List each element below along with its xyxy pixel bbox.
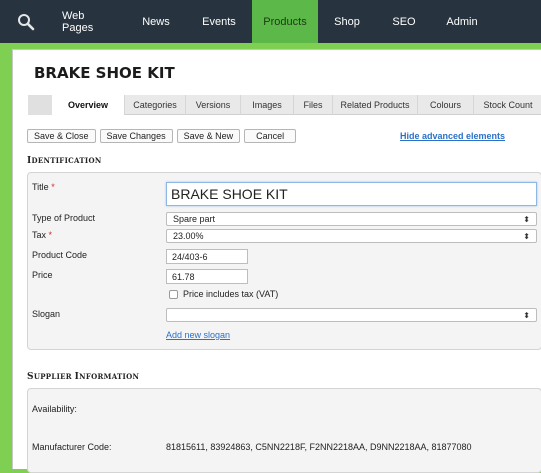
- tab-related-products[interactable]: Related Products: [333, 95, 418, 115]
- search-icon: [18, 13, 35, 30]
- type-label: Type of Product: [32, 213, 96, 223]
- hide-advanced-link[interactable]: Hide advanced elements: [400, 131, 505, 141]
- supplier-heading-cap-s: S: [27, 372, 34, 382]
- save-close-button[interactable]: Save & Close: [27, 129, 96, 143]
- required-mark: *: [48, 230, 53, 240]
- tab-overview[interactable]: Overview: [52, 95, 125, 115]
- cancel-button[interactable]: Cancel: [244, 129, 297, 143]
- nav-products[interactable]: Products: [252, 0, 318, 43]
- supplier-fieldset: Availability: Manufacturer Code: 8181561…: [27, 388, 541, 473]
- select-arrows-icon: ⬍: [523, 231, 530, 241]
- tab-versions[interactable]: Versions: [186, 95, 241, 115]
- select-arrows-icon: ⬍: [523, 310, 530, 320]
- nav-news[interactable]: News: [126, 0, 186, 43]
- search-button[interactable]: [0, 0, 52, 43]
- type-select[interactable]: Spare part ⬍: [166, 212, 537, 226]
- manufacturer-code-value: 81815611, 83924863, C5NN2218F, F2NN2218A…: [166, 442, 472, 452]
- nav-web-pages[interactable]: Web Pages: [52, 0, 126, 43]
- identification-fieldset: Title * BRAKE SHOE KIT Type of Product S…: [27, 172, 541, 350]
- identification-heading-rest: DENTIFICATION: [31, 156, 102, 165]
- price-label: Price: [32, 270, 53, 280]
- tab-bar-spacer: [28, 95, 52, 115]
- required-mark: *: [51, 182, 55, 192]
- top-navigation: Web Pages News Events Products Shop SEO …: [0, 0, 541, 43]
- slogan-label: Slogan: [32, 309, 61, 319]
- vat-checkbox[interactable]: [169, 290, 178, 299]
- title-input[interactable]: BRAKE SHOE KIT: [166, 182, 537, 206]
- manufacturer-code-label: Manufacturer Code:: [32, 442, 112, 452]
- save-changes-button[interactable]: Save Changes: [99, 129, 173, 143]
- tax-label-text: Tax: [32, 230, 47, 240]
- tax-label: Tax *: [32, 230, 52, 240]
- title-label-text: Title: [32, 182, 49, 192]
- tab-bar: Overview Categories Versions Images File…: [28, 95, 541, 115]
- product-code-input[interactable]: 24/403-6: [166, 249, 248, 264]
- add-slogan-link[interactable]: Add new slogan: [166, 330, 230, 340]
- nav-events[interactable]: Events: [186, 0, 252, 43]
- price-input[interactable]: 61.78: [166, 269, 248, 284]
- nav-shop[interactable]: Shop: [318, 0, 376, 43]
- slogan-select[interactable]: ⬍: [166, 308, 537, 322]
- tab-images[interactable]: Images: [241, 95, 294, 115]
- title-label: Title *: [32, 182, 55, 192]
- nav-seo[interactable]: SEO: [376, 0, 432, 43]
- supplier-heading: SUPPLIER INFORMATION: [27, 372, 139, 382]
- tab-files[interactable]: Files: [294, 95, 333, 115]
- product-editor-panel: BRAKE SHOE KIT Overview Categories Versi…: [12, 49, 541, 473]
- nav-admin[interactable]: Admin: [432, 0, 492, 43]
- tab-colours[interactable]: Colours: [418, 95, 474, 115]
- type-select-value: Spare part: [173, 214, 216, 224]
- supplier-heading-rest-2: NFORMATION: [79, 372, 140, 381]
- page-title: BRAKE SHOE KIT: [34, 64, 175, 82]
- product-code-label: Product Code: [32, 250, 88, 260]
- save-new-button[interactable]: Save & New: [176, 129, 241, 143]
- tab-stock-count[interactable]: Stock Count: [474, 95, 541, 115]
- availability-label: Availability:: [32, 404, 77, 414]
- action-toolbar: Save & Close Save Changes Save & New Can…: [27, 129, 297, 143]
- vat-label: Price includes tax (VAT): [183, 289, 279, 299]
- supplier-heading-rest-1: UPPLIER: [33, 372, 75, 381]
- tax-select[interactable]: 23.00% ⬍: [166, 229, 537, 243]
- tab-categories[interactable]: Categories: [125, 95, 186, 115]
- select-arrows-icon: ⬍: [523, 214, 530, 224]
- identification-heading: IDENTIFICATION: [27, 156, 102, 166]
- tax-select-value: 23.00%: [173, 231, 204, 241]
